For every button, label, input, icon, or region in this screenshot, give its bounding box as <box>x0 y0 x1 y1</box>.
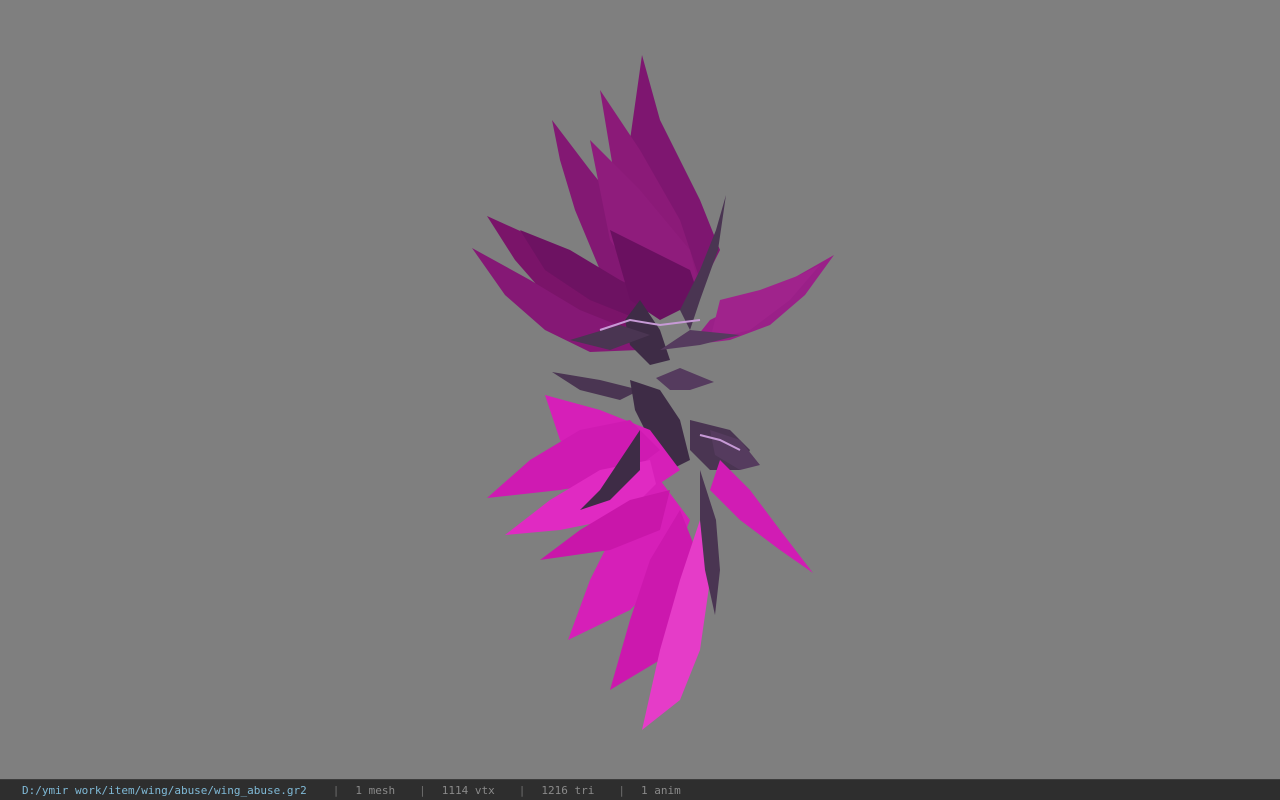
separator: | <box>618 783 625 797</box>
lower-wing-feather <box>710 460 813 573</box>
status-bar: D:/ymir work/item/wing/abuse/wing_abuse.… <box>0 779 1280 800</box>
upper-wing <box>472 55 834 352</box>
triangle-count: 1216 tri <box>541 783 595 797</box>
wing-model-render[interactable] <box>0 0 1280 779</box>
vertex-count: 1114 vtx <box>441 783 495 797</box>
separator: | <box>419 783 426 797</box>
anim-count: 1 anim <box>641 783 681 797</box>
separator: | <box>518 783 526 797</box>
file-path: D:/ymir work/item/wing/abuse/wing_abuse.… <box>22 783 307 797</box>
upper-wing-feather <box>710 265 820 340</box>
armor-spike <box>552 372 640 400</box>
3d-viewport[interactable] <box>0 0 1280 779</box>
armor-spike <box>656 368 714 390</box>
mesh-count: 1 mesh <box>355 783 396 797</box>
lower-wing <box>487 395 813 730</box>
separator: | <box>332 783 340 797</box>
